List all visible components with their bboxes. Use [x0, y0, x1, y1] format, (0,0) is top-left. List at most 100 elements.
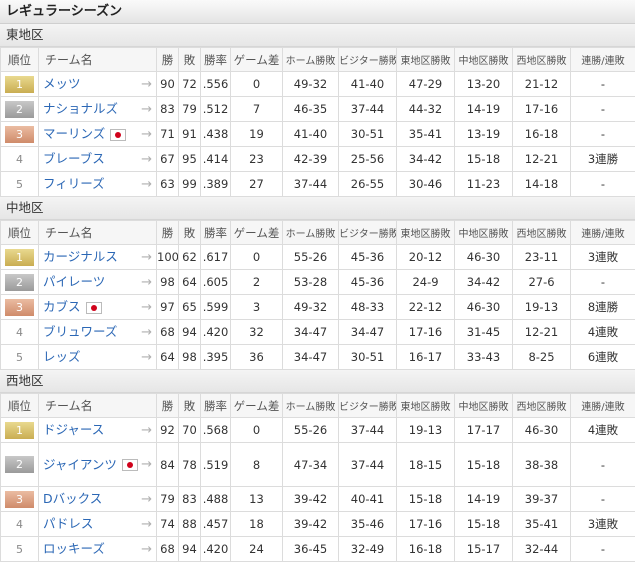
team-name-link[interactable]: パドレス	[43, 516, 93, 531]
column-header-team: チーム名	[39, 48, 157, 72]
team-cell-content: ロッキーズ→	[43, 540, 156, 558]
cell-pct: .438	[201, 122, 231, 147]
column-header-central: 中地区勝敗	[455, 48, 513, 72]
cell-west: 46-30	[513, 418, 571, 443]
rank-badge: 2	[5, 101, 34, 118]
team-name-link[interactable]: メッツ	[43, 76, 81, 91]
rank-cell: 2	[1, 270, 39, 295]
team-cell: ジャイアンツ→	[39, 443, 157, 487]
cell-west: 14-18	[513, 172, 571, 197]
cell-west: 39-37	[513, 487, 571, 512]
rank-badge: 1	[5, 249, 34, 266]
cell-l: 65	[179, 295, 201, 320]
column-header-east: 東地区勝敗	[397, 221, 455, 245]
cell-west: 12-21	[513, 147, 571, 172]
cell-visitor: 32-49	[339, 537, 397, 562]
arrow-right-icon: →	[141, 177, 152, 192]
team-name-link[interactable]: フィリーズ	[43, 176, 105, 191]
cell-west: 12-21	[513, 320, 571, 345]
rank-cell: 3	[1, 487, 39, 512]
division-title: 東地区	[0, 24, 635, 47]
cell-home: 41-40	[283, 122, 339, 147]
cell-streak: -	[571, 122, 635, 147]
team-name-link[interactable]: レッズ	[43, 349, 81, 364]
cell-east: 22-12	[397, 295, 455, 320]
team-name-group: パイレーツ	[43, 273, 105, 291]
cell-east: 17-16	[397, 320, 455, 345]
cell-l: 78	[179, 443, 201, 487]
team-name-link[interactable]: マーリンズ	[43, 126, 105, 141]
team-name-group: ナショナルズ	[43, 100, 118, 118]
column-header-streak: 連勝/連敗	[571, 221, 635, 245]
cell-home: 46-35	[283, 97, 339, 122]
cell-home: 53-28	[283, 270, 339, 295]
cell-streak: 6連敗	[571, 345, 635, 370]
column-header-wins: 勝	[157, 394, 179, 418]
team-name-link[interactable]: ドジャース	[43, 422, 104, 437]
cell-east: 19-13	[397, 418, 455, 443]
rank-cell: 4	[1, 512, 39, 537]
page-title: レギュラーシーズン	[0, 0, 635, 24]
team-cell-content: ブリュワーズ→	[43, 323, 156, 341]
cell-home: 55-26	[283, 418, 339, 443]
column-header-visitor: ビジター勝敗	[339, 48, 397, 72]
table-row: 5レッズ→6498.3953634-4730-5116-1733-438-256…	[1, 345, 635, 370]
cell-east: 35-41	[397, 122, 455, 147]
division-title: 中地区	[0, 197, 635, 220]
team-cell-content: カージナルス→	[43, 248, 156, 266]
cell-visitor: 30-51	[339, 345, 397, 370]
cell-west: 21-12	[513, 72, 571, 97]
team-name-link[interactable]: ジャイアンツ	[43, 457, 117, 472]
cell-east: 30-46	[397, 172, 455, 197]
table-row: 3カブス→9765.599349-3248-3322-1246-3019-138…	[1, 295, 635, 320]
column-header-wins: 勝	[157, 221, 179, 245]
column-header-rank: 順位	[1, 394, 39, 418]
standings-table: 順位チーム名勝敗勝率ゲーム差ホーム勝敗ビジター勝敗東地区勝敗中地区勝敗西地区勝敗…	[0, 393, 635, 562]
rank-cell: 3	[1, 122, 39, 147]
cell-east: 17-16	[397, 512, 455, 537]
cell-visitor: 35-46	[339, 512, 397, 537]
cell-w: 63	[157, 172, 179, 197]
column-header-team: チーム名	[39, 394, 157, 418]
cell-l: 83	[179, 487, 201, 512]
column-header-rank: 順位	[1, 221, 39, 245]
team-name-group: カージナルス	[43, 248, 118, 266]
table-row: 1カージナルス→10062.617055-2645-3620-1246-3023…	[1, 245, 635, 270]
arrow-right-icon: →	[141, 350, 152, 365]
cell-west: 19-13	[513, 295, 571, 320]
cell-pct: .519	[201, 443, 231, 487]
arrow-right-icon: →	[141, 423, 152, 438]
arrow-right-icon: →	[141, 275, 152, 290]
team-cell: パイレーツ →	[39, 270, 157, 295]
cell-visitor: 40-41	[339, 487, 397, 512]
team-cell-content: マーリンズ→	[43, 125, 156, 143]
cell-l: 95	[179, 147, 201, 172]
cell-gb: 0	[231, 418, 283, 443]
cell-central: 15-18	[455, 147, 513, 172]
team-name-group: メッツ	[43, 75, 81, 93]
team-name-link[interactable]: ブリュワーズ	[43, 324, 117, 339]
rank-badge: 5	[5, 349, 34, 366]
cell-pct: .599	[201, 295, 231, 320]
team-name-link[interactable]: ナショナルズ	[43, 101, 118, 116]
team-name-link[interactable]: カブス	[43, 299, 81, 314]
column-header-home: ホーム勝敗	[283, 48, 339, 72]
cell-pct: .389	[201, 172, 231, 197]
japan-flag-icon	[86, 302, 102, 314]
column-header-pct: 勝率	[201, 48, 231, 72]
cell-gb: 0	[231, 72, 283, 97]
rank-cell: 5	[1, 537, 39, 562]
cell-pct: .420	[201, 320, 231, 345]
rank-cell: 1	[1, 245, 39, 270]
team-name-link[interactable]: カージナルス	[43, 249, 118, 264]
cell-w: 84	[157, 443, 179, 487]
table-row: 2ジャイアンツ→8478.519847-3437-4418-1515-1838-…	[1, 443, 635, 487]
cell-central: 11-23	[455, 172, 513, 197]
team-name-link[interactable]: パイレーツ	[43, 274, 105, 289]
team-name-link[interactable]: Dバックス	[43, 491, 102, 506]
team-name-link[interactable]: ブレーブス	[43, 151, 105, 166]
cell-visitor: 45-36	[339, 245, 397, 270]
cell-w: 74	[157, 512, 179, 537]
cell-w: 97	[157, 295, 179, 320]
cell-streak: 8連勝	[571, 295, 635, 320]
